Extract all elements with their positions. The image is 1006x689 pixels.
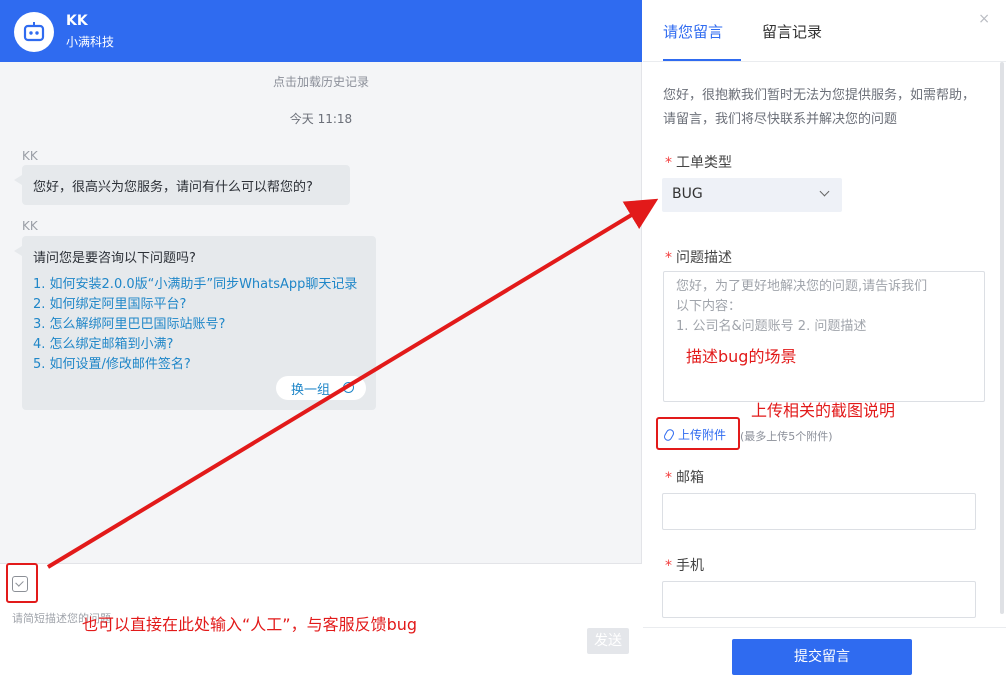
annotation-box-upload: [656, 417, 740, 450]
annotation-box-mail: [6, 563, 38, 603]
annotation-arrow: [46, 198, 659, 569]
annotation-upload-screenshots: 上传相关的截图说明: [751, 401, 896, 420]
annotation-type-manual: 也可以直接在此处输入“人工”，与客服反馈bug: [82, 615, 418, 634]
annotation-describe-scene: 描述bug的场景: [686, 347, 797, 366]
